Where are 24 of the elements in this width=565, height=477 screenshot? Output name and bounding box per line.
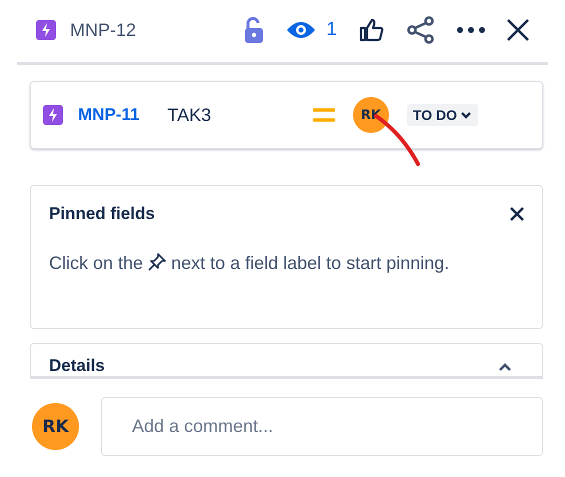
- close-icon[interactable]: [507, 19, 529, 41]
- issue-summary: TAK3: [167, 104, 212, 126]
- hint-text: next to a field label to start pinning.: [171, 253, 450, 273]
- status-dropdown[interactable]: TO DO: [406, 104, 478, 126]
- issue-link[interactable]: MNP-11: [78, 105, 140, 125]
- more-icon[interactable]: [457, 27, 485, 33]
- collapse-icon[interactable]: [498, 362, 512, 372]
- pin-icon: [148, 253, 166, 271]
- comment-field[interactable]: Add a comment...: [101, 397, 543, 456]
- unlock-icon[interactable]: [244, 16, 264, 44]
- issue-type-icon: [36, 20, 56, 40]
- priority-icon: [312, 108, 335, 122]
- card-title: Pinned fields: [49, 204, 155, 224]
- chevron-down-icon: [460, 111, 472, 119]
- thumbs-up-icon[interactable]: [359, 17, 385, 43]
- issue-type-icon: [43, 105, 63, 125]
- close-icon[interactable]: [510, 207, 524, 221]
- hint-text: Click on the: [49, 253, 144, 273]
- user-avatar: RK: [32, 403, 79, 450]
- section-title: Details: [49, 356, 105, 376]
- watch-button[interactable]: 1: [286, 19, 337, 41]
- share-icon[interactable]: [407, 16, 435, 44]
- details-card[interactable]: Details: [30, 343, 543, 376]
- issue-key: MNP-12: [70, 20, 136, 40]
